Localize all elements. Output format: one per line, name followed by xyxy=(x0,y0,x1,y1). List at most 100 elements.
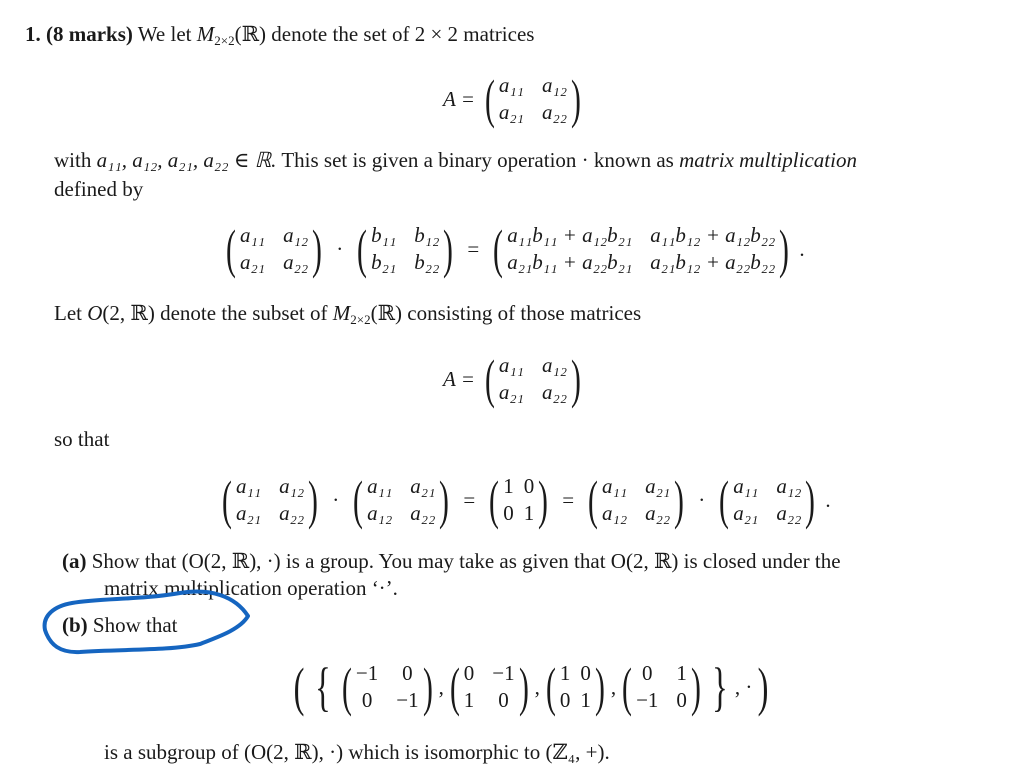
matrix-A: ( a₁₁ a₁₂ a₂₁ a₂₂ ) xyxy=(484,349,582,409)
matrix-entry: 1 xyxy=(503,474,514,498)
matrix-entry: −1 xyxy=(396,688,419,712)
matrix-entry: −1 xyxy=(492,661,515,685)
matrix-entry: a₁₂ xyxy=(541,73,568,97)
matrix-entry: 0 xyxy=(559,688,571,712)
set-symbol: M xyxy=(196,22,215,46)
matrix-A: ( a₁₁ a₁₂ a₂₁ a₂₂ ) xyxy=(222,470,319,530)
matrix-A-transpose: ( a₁₁ a₂₁ a₁₂ a₂₂ ) xyxy=(353,470,450,530)
matrix-entry: b₂₁ xyxy=(371,250,397,274)
matrix-entry: a₂₂ xyxy=(776,501,802,525)
matrix-lhs: A = xyxy=(443,86,475,111)
matrix-entry: 0 xyxy=(642,661,653,685)
matrix-entry: a₁₁b₁₁ + a₁₂b₂₁ xyxy=(507,223,633,247)
matrix-entry: 0 xyxy=(676,688,687,712)
matrix-A-definition-2: A = ( a₁₁ a₁₂ a₂₁ a₂₂ ) xyxy=(443,352,585,406)
variables: a₁₁, a₁₂, a₂₁, a₂₂ ∈ ℝ. xyxy=(96,148,277,172)
subgroup-set: ({ ( −1 0 0 −1 ), ( 0 −1 10 ), ( 10 01 ), (… xyxy=(293,657,769,717)
part-b-label: (b) xyxy=(62,613,88,637)
text: (2, ℝ) denote the subset of xyxy=(102,301,328,325)
intro-rest: (ℝ) denote the set of 2 × 2 matrices xyxy=(234,22,535,46)
matrix-entry: 0 xyxy=(580,661,591,685)
matrix-entry: 1 xyxy=(676,661,687,685)
matrix-entry: a₂₁ xyxy=(410,474,436,498)
matrix-entry: a₁₁ xyxy=(239,223,266,247)
matrix-entry: a₂₁ xyxy=(498,100,524,124)
paragraph-orthogonal: Let O(2, ℝ) denote the subset of M2×2(ℝ)… xyxy=(54,301,641,326)
matrix-entry: a₁₁ xyxy=(367,474,393,498)
matrix-A: ( a₁₁ a₁₂ a₂₁ a₂₂ ) xyxy=(719,470,816,530)
matrix-entry: a₁₁b₁₂ + a₁₂b₂₂ xyxy=(650,223,776,247)
matrix-entry: a₁₂ xyxy=(776,474,802,498)
matrix-a: ( a₁₁ a₁₂ a₂₁ a₂₂ ) xyxy=(226,219,323,279)
identity-matrix: ( 10 01 ) xyxy=(489,470,549,530)
matrix-entry: a₂₁b₁₁ + a₂₂b₂₁ xyxy=(507,250,633,274)
matrix-entry: a₁₁ xyxy=(235,474,262,498)
matrix-entry: 0 xyxy=(402,661,413,685)
matrix-entry: a₁₂ xyxy=(602,501,628,525)
matrix-entry: 1 xyxy=(559,661,571,685)
matrix-entry: a₂₁ xyxy=(239,250,266,274)
question-marks: (8 marks) xyxy=(46,22,133,46)
part-b-text: Show that xyxy=(92,613,178,637)
matrix-entry: a₁₁ xyxy=(498,73,524,97)
matrix-entry: a₁₂ xyxy=(283,223,309,247)
intro-text: We let xyxy=(137,22,192,46)
subgroup-matrix: ( −1 0 0 −1 ) xyxy=(341,657,433,717)
text: (ℝ) consisting of those matrices xyxy=(370,301,642,325)
matrix-entry: a₂₁ xyxy=(498,380,524,404)
O-symbol: O xyxy=(87,301,103,325)
product-formula: ( a₁₁ a₁₂ a₂₁ a₂₂ ) · ( b₁₁ b₁₂ b₂₁ b₂₂ … xyxy=(222,222,805,276)
matrix-entry: 1 xyxy=(463,688,475,712)
orthogonality-condition: ( a₁₁ a₁₂ a₂₁ a₂₂ ) · ( a₁₁ a₂₁ a₁₂ a₂₂ ) = … xyxy=(218,473,831,527)
subgroup-matrix: ( 0 −1 10 ) xyxy=(449,657,529,717)
question-number: 1. xyxy=(25,22,41,46)
matrix-entry: a₁₁ xyxy=(498,353,524,377)
matrix-entry: a₁₁ xyxy=(733,474,759,498)
matrix-entry: b₁₂ xyxy=(414,223,440,247)
text: This set is given a binary operation · k… xyxy=(281,148,674,172)
matrix-entry: a₂₂ xyxy=(279,501,305,525)
part-b: (b) Show that xyxy=(62,613,178,638)
matrix-entry: 1 xyxy=(580,688,591,712)
part-a-text: Show that (O(2, ℝ), ·) is a group. You m… xyxy=(91,549,841,573)
matrix-entry: b₂₂ xyxy=(414,250,440,274)
matrix-entry: 1 xyxy=(523,501,535,525)
question-header: 1. (8 marks) We let M2×2(ℝ) denote the s… xyxy=(25,22,534,47)
text: with xyxy=(54,148,92,172)
matrix-A: ( a₁₁ a₁₂ a₂₁ a₂₂ ) xyxy=(484,69,582,129)
matrix-entry: a₂₁ xyxy=(733,501,759,525)
emphasis-term: matrix multiplication xyxy=(679,148,857,172)
matrix-entry: b₁₁ xyxy=(371,223,397,247)
matrix-entry: a₂₁ xyxy=(235,501,262,525)
matrix-entry: a₂₂ xyxy=(283,250,309,274)
matrix-A-transpose: ( a₁₁ a₂₁ a₁₂ a₂₂ ) xyxy=(588,470,685,530)
matrix-entry: a₁₂ xyxy=(541,353,568,377)
matrix-entry: 0 xyxy=(503,501,514,525)
matrix-entry: −1 xyxy=(355,661,379,685)
set-subscript: 2×2 xyxy=(350,312,371,327)
set-subscript: 2×2 xyxy=(214,33,235,48)
matrix-entry: 0 xyxy=(361,688,373,712)
matrix-entry: −1 xyxy=(636,688,659,712)
matrix-entry: 0 xyxy=(523,474,535,498)
matrix-product: ( a₁₁b₁₁ + a₁₂b₂₁ a₁₁b₁₂ + a₁₂b₂₂ a₂₁b₁₁… xyxy=(493,219,790,279)
matrix-entry: a₁₂ xyxy=(279,474,305,498)
matrix-lhs: A = xyxy=(443,366,475,391)
conclusion: is a subgroup of (O(2, ℝ), ·) which is i… xyxy=(104,740,610,764)
set-symbol: M xyxy=(332,301,351,325)
matrix-entry: 0 xyxy=(498,688,509,712)
matrix-entry: a₂₂ xyxy=(645,501,671,525)
so-that: so that xyxy=(54,427,110,451)
text: Let xyxy=(54,301,82,325)
paragraph-binary-op: with a₁₁, a₁₂, a₂₁, a₂₂ ∈ ℝ. This set is… xyxy=(54,148,857,173)
subgroup-matrix: ( 10 01 ) xyxy=(545,657,605,717)
matrix-b: ( b₁₁ b₁₂ b₂₁ b₂₂ ) xyxy=(357,219,454,279)
matrix-entry: 0 xyxy=(463,661,475,685)
matrix-entry: a₁₁ xyxy=(602,474,628,498)
part-a-label: (a) xyxy=(62,549,87,573)
matrix-entry: a₁₂ xyxy=(367,501,393,525)
matrix-entry: a₂₁b₁₂ + a₂₂b₂₂ xyxy=(650,250,776,274)
subgroup-matrix: ( 01 −1 0 ) xyxy=(622,657,701,717)
matrix-entry: a₂₁ xyxy=(645,474,671,498)
matrix-entry: a₂₂ xyxy=(410,501,436,525)
